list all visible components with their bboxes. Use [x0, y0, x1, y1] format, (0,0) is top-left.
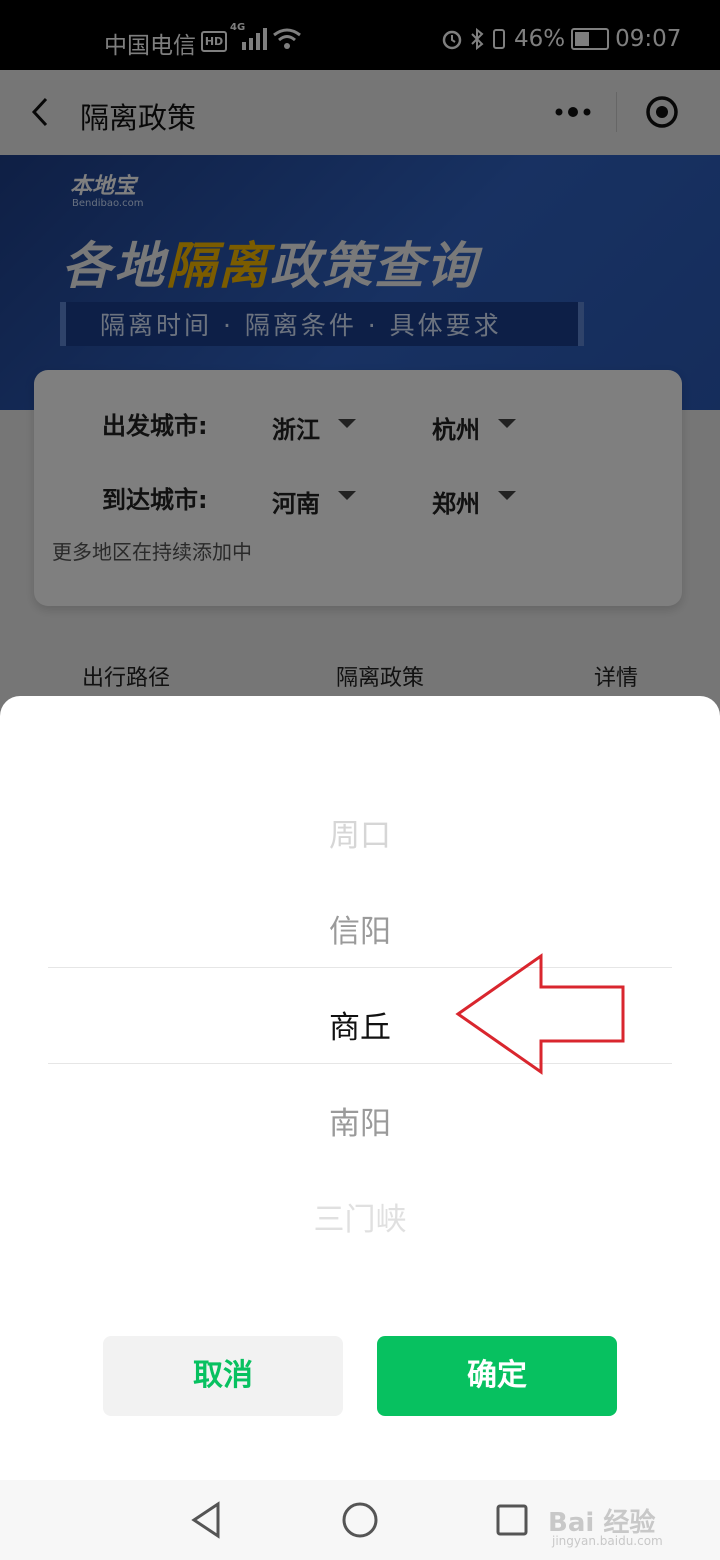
cancel-button[interactable]: 取消: [103, 1336, 343, 1416]
picker-option[interactable]: 信阳: [0, 906, 720, 951]
picker-option[interactable]: 三门峡: [0, 1194, 720, 1239]
picker-option[interactable]: 南阳: [0, 1098, 720, 1143]
picker-option[interactable]: 周口: [0, 810, 720, 855]
nav-recents-icon[interactable]: [494, 1502, 530, 1538]
nav-back-icon[interactable]: [188, 1500, 224, 1540]
annotation-arrow-icon: [455, 953, 625, 1075]
confirm-button[interactable]: 确定: [377, 1336, 617, 1416]
nav-home-icon[interactable]: [340, 1500, 380, 1540]
watermark-sub: jingyan.baidu.com: [552, 1534, 663, 1548]
